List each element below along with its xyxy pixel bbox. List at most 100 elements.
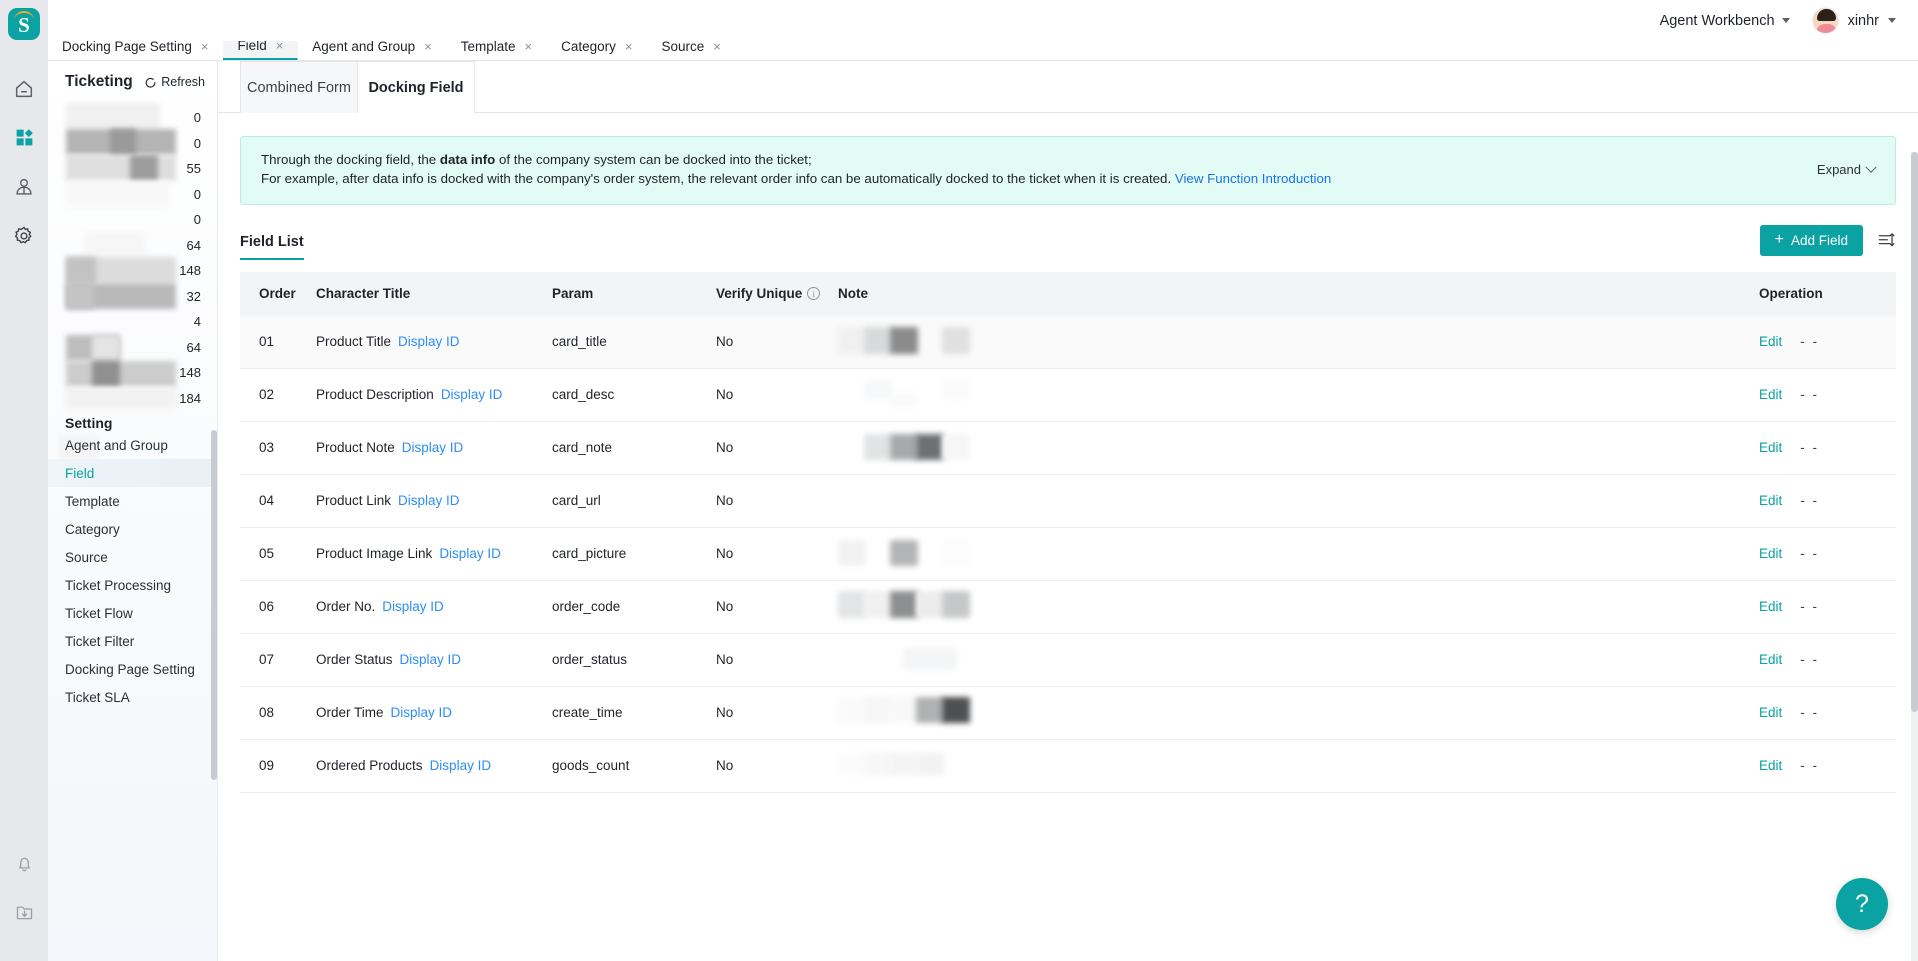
info-icon[interactable]: i <box>807 287 821 301</box>
table-row[interactable]: 08 Order Time Display ID create_time No … <box>240 687 1896 740</box>
bell-icon[interactable] <box>0 839 48 888</box>
display-id-link[interactable]: Display ID <box>400 652 462 667</box>
list-item[interactable]: 55 <box>48 156 217 182</box>
list-item[interactable]: 148 <box>48 360 217 386</box>
sidebar-item-ticket-filter[interactable]: Ticket Filter <box>48 627 217 655</box>
download-folder-icon[interactable] <box>0 888 48 937</box>
apps-icon[interactable] <box>0 113 48 162</box>
home-icon[interactable] <box>0 64 48 113</box>
sidebar-item-label: Agent and Group <box>65 437 168 453</box>
more-actions-button[interactable]: - - <box>1800 493 1819 508</box>
table-row[interactable]: 03 Product Note Display ID card_note No … <box>240 422 1896 475</box>
display-id-link[interactable]: Display ID <box>441 387 503 402</box>
workbench-switcher[interactable]: Agent Workbench <box>1660 13 1790 29</box>
list-item[interactable]: 0 <box>48 207 217 233</box>
sidebar-item-field[interactable]: Field <box>48 459 217 487</box>
more-actions-button[interactable]: - - <box>1800 652 1819 667</box>
more-actions-button[interactable]: - - <box>1800 387 1819 402</box>
display-id-link[interactable]: Display ID <box>430 758 492 773</box>
display-id-link[interactable]: Display ID <box>402 440 464 455</box>
table-row[interactable]: 04 Product Link Display ID card_url No E… <box>240 475 1896 528</box>
list-item[interactable]: 0 <box>48 182 217 208</box>
edit-button[interactable]: Edit <box>1759 493 1782 508</box>
banner-line1-bold: data info <box>439 152 496 167</box>
expand-button[interactable]: Expand <box>1817 161 1877 177</box>
sidebar-scrollbar-thumb[interactable] <box>211 430 217 780</box>
sidebar-item-ticket-flow[interactable]: Ticket Flow <box>48 599 217 627</box>
add-field-label: Add Field <box>1790 232 1848 248</box>
more-actions-button[interactable]: - - <box>1800 334 1819 349</box>
gear-icon[interactable] <box>0 211 48 260</box>
column-settings-icon[interactable] <box>1877 231 1896 250</box>
main-scrollbar[interactable] <box>1911 152 1918 961</box>
cell-operation: Edit - - <box>1746 705 1896 720</box>
table-row[interactable]: 01 Product Title Display ID card_title N… <box>240 315 1896 369</box>
main-scrollbar-thumb[interactable] <box>1911 152 1918 712</box>
sidebar-item-category[interactable]: Category <box>48 515 217 543</box>
close-icon[interactable]: × <box>201 40 209 53</box>
display-id-link[interactable]: Display ID <box>382 599 444 614</box>
table-row[interactable]: 09 Ordered Products Display ID goods_cou… <box>240 740 1896 793</box>
display-id-link[interactable]: Display ID <box>391 705 453 720</box>
list-item[interactable]: 64 <box>48 335 217 361</box>
edit-button[interactable]: Edit <box>1759 705 1782 720</box>
list-item[interactable]: 32 <box>48 284 217 310</box>
list-item[interactable]: 64 <box>48 233 217 259</box>
column-header-verify-unique-label: Verify Unique <box>716 286 803 302</box>
redaction-blob <box>942 540 970 567</box>
more-actions-button[interactable]: - - <box>1800 440 1819 455</box>
table-row[interactable]: 07 Order Status Display ID order_status … <box>240 634 1896 687</box>
redaction-blob <box>864 753 892 776</box>
edit-button[interactable]: Edit <box>1759 334 1782 349</box>
more-actions-button[interactable]: - - <box>1800 546 1819 561</box>
tab-docking-field[interactable]: Docking Field <box>357 61 475 113</box>
edit-button[interactable]: Edit <box>1759 387 1782 402</box>
table-row[interactable]: 05 Product Image Link Display ID card_pi… <box>240 528 1896 581</box>
list-item[interactable]: 148 <box>48 258 217 284</box>
cell-note <box>838 368 1746 421</box>
user-menu[interactable]: xinhr <box>1811 7 1896 34</box>
sidebar-item-source[interactable]: Source <box>48 543 217 571</box>
table-row[interactable]: 06 Order No. Display ID order_code No Ed… <box>240 581 1896 634</box>
list-item[interactable]: 184 <box>48 386 217 412</box>
view-function-introduction-link[interactable]: View Function Introduction <box>1175 171 1331 186</box>
table-header-row: Order Character Title Param Verify Uniqu… <box>240 271 1896 316</box>
edit-button[interactable]: Edit <box>1759 440 1782 455</box>
more-actions-button[interactable]: - - <box>1800 705 1819 720</box>
edit-button[interactable]: Edit <box>1759 758 1782 773</box>
list-item[interactable]: 0 <box>48 105 217 131</box>
refresh-button[interactable]: Refresh <box>144 75 205 89</box>
list-item[interactable]: 0 <box>48 131 217 157</box>
redaction-blob <box>890 753 918 776</box>
sidebar-item-ticket-processing[interactable]: Ticket Processing <box>48 571 217 599</box>
redaction-blob <box>916 753 944 776</box>
close-icon[interactable]: × <box>525 40 533 53</box>
cell-verify-unique: No <box>716 493 734 509</box>
sidebar-item-template[interactable]: Template <box>48 487 217 515</box>
add-field-button[interactable]: + Add Field <box>1759 224 1863 256</box>
edit-button[interactable]: Edit <box>1759 652 1782 667</box>
help-button[interactable]: ? <box>1836 878 1888 930</box>
edit-button[interactable]: Edit <box>1759 546 1782 561</box>
more-actions-button[interactable]: - - <box>1800 758 1819 773</box>
sidebar-title: Ticketing <box>65 73 133 90</box>
agent-icon[interactable] <box>0 162 48 211</box>
display-id-link[interactable]: Display ID <box>398 334 460 349</box>
display-id-link[interactable]: Display ID <box>398 493 460 508</box>
icon-rail: S <box>0 0 48 961</box>
sidebar-item-label: Docking Page Setting <box>65 661 195 677</box>
close-icon[interactable]: × <box>625 40 633 53</box>
table-row[interactable]: 02 Product Description Display ID card_d… <box>240 369 1896 422</box>
more-actions-button[interactable]: - - <box>1800 599 1819 614</box>
redaction-blob <box>864 591 892 619</box>
edit-button[interactable]: Edit <box>1759 599 1782 614</box>
redaction-blob <box>838 753 866 776</box>
tab-combined-form[interactable]: Combined Form <box>240 61 358 113</box>
sidebar-item-agent-and-group[interactable]: Agent and Group <box>48 431 217 459</box>
display-id-link[interactable]: Display ID <box>439 546 501 561</box>
list-item[interactable]: 4 <box>48 309 217 335</box>
close-icon[interactable]: × <box>713 40 721 53</box>
sidebar-item-ticket-sla[interactable]: Ticket SLA <box>48 683 217 711</box>
sidebar-item-docking-page-setting[interactable]: Docking Page Setting <box>48 655 217 683</box>
close-icon[interactable]: × <box>424 40 432 53</box>
